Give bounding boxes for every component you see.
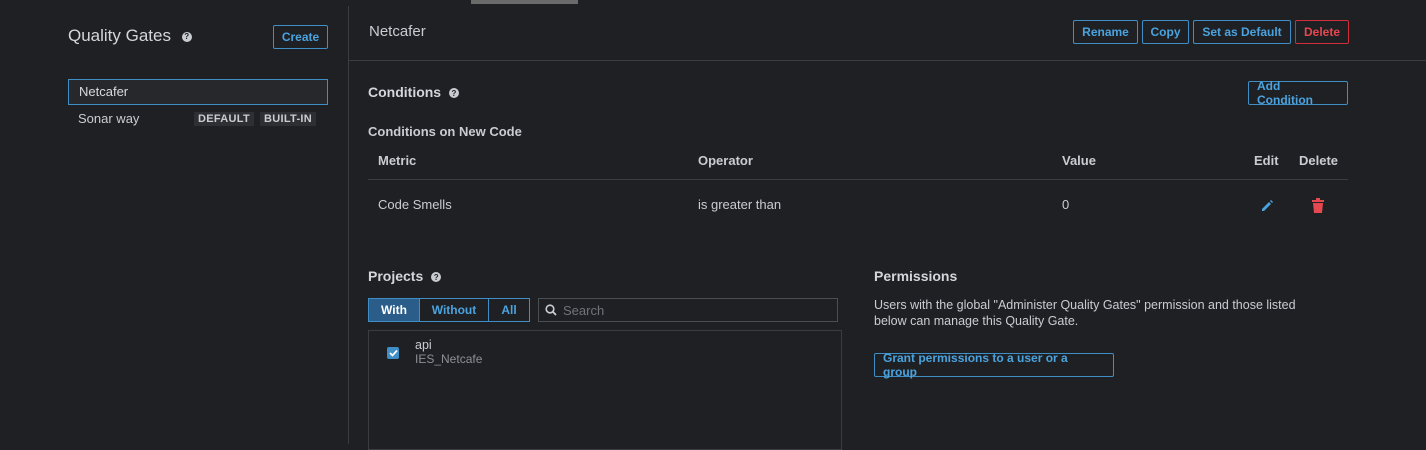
conditions-title: Conditions ? xyxy=(368,84,459,100)
copy-button[interactable]: Copy xyxy=(1142,20,1189,44)
built-in-badge: BUILT-IN xyxy=(260,112,317,126)
panel-divider xyxy=(348,6,349,444)
tab-without[interactable]: Without xyxy=(420,298,489,322)
operator-header: Operator xyxy=(698,153,753,168)
page-title: Netcafer xyxy=(369,23,426,40)
sidebar: Quality Gates ? Create Netcafer Sonar wa… xyxy=(0,0,348,444)
grant-permissions-button[interactable]: Grant permissions to a user or a group xyxy=(874,351,1114,379)
operator-cell: is greater than xyxy=(698,197,782,212)
pencil-icon[interactable] xyxy=(1260,199,1274,213)
permissions-description: Users with the global "Administer Qualit… xyxy=(874,298,1296,328)
help-icon[interactable]: ? xyxy=(449,88,459,99)
project-list xyxy=(368,330,842,450)
header-divider xyxy=(349,60,1426,61)
rename-button[interactable]: Rename xyxy=(1073,20,1138,44)
default-badge: DEFAULT xyxy=(194,112,255,126)
help-icon[interactable]: ? xyxy=(431,272,442,283)
project-key: IES_Netcafe xyxy=(415,352,483,366)
search-input[interactable] xyxy=(557,302,829,318)
quality-gate-list: Netcafer Sonar way DEFAULT BUILT-IN xyxy=(68,79,328,133)
project-filter-tabs: With Without All xyxy=(368,298,530,322)
gate-item-label: Netcafer xyxy=(79,84,129,99)
sidebar-title: Quality Gates ? xyxy=(68,26,192,46)
project-name: api xyxy=(415,338,432,352)
project-search xyxy=(538,298,838,322)
gate-item-sonar-way[interactable]: Sonar way DEFAULT BUILT-IN xyxy=(68,107,328,133)
delete-gate-button[interactable]: Delete xyxy=(1295,20,1349,44)
value-cell: 0 xyxy=(1062,197,1070,212)
set-default-button[interactable]: Set as Default xyxy=(1193,20,1291,44)
tab-with[interactable]: With xyxy=(368,298,420,322)
gate-item-label: Sonar way xyxy=(78,111,140,126)
search-icon xyxy=(545,304,557,316)
create-button[interactable]: Create xyxy=(273,25,328,49)
project-checkbox[interactable] xyxy=(387,347,399,359)
metric-cell: Code Smells xyxy=(378,197,452,212)
delete-header: Delete xyxy=(1299,153,1339,168)
trash-icon[interactable] xyxy=(1311,198,1325,214)
value-header: Value xyxy=(1062,153,1096,168)
edit-header: Edit xyxy=(1254,153,1279,168)
check-icon xyxy=(388,349,398,357)
top-nav-indicator xyxy=(471,0,578,4)
projects-title: Projects ? xyxy=(368,268,442,284)
gate-item-netcafer[interactable]: Netcafer xyxy=(68,79,328,105)
add-condition-button[interactable]: Add Condition xyxy=(1248,79,1348,107)
conditions-subtitle: Conditions on New Code xyxy=(368,124,522,139)
permissions-title: Permissions xyxy=(874,268,958,284)
table-header-divider xyxy=(368,179,1348,180)
help-icon[interactable]: ? xyxy=(181,31,192,42)
tab-all[interactable]: All xyxy=(489,298,530,322)
metric-header: Metric xyxy=(378,153,417,168)
